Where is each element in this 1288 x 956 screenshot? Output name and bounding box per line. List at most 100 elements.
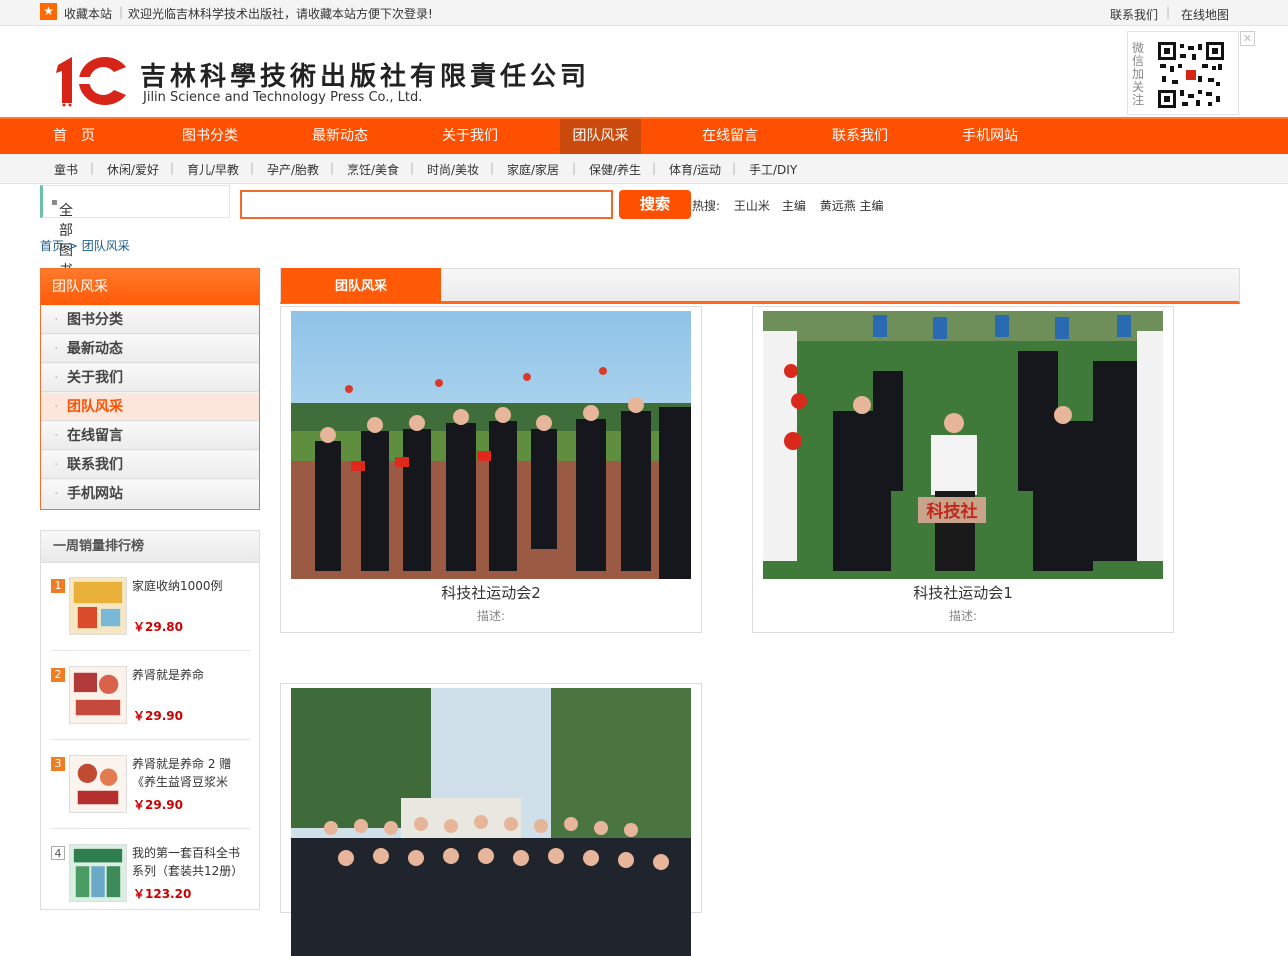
weekly-ranking: 一周销量排行榜 1 家庭收纳1000例 ￥29.80 2 养肾就是养命 ￥29.… (40, 530, 260, 910)
list-item[interactable]: 2 养肾就是养命 ￥29.90 (41, 658, 259, 747)
sidebar-item-about[interactable]: · 关于我们 (41, 364, 259, 392)
photo-description: 描述: (948, 609, 978, 623)
rank-badge: 1 (51, 579, 65, 593)
bullet-icon: · (54, 428, 59, 444)
breadcrumb: 首页 > 团队风采 (40, 237, 130, 254)
breadcrumb-home[interactable]: 首页 (40, 239, 64, 253)
divider: | (250, 161, 255, 175)
sidebar-item-contact[interactable]: · 联系我们 (41, 451, 259, 479)
sidebar-item-news[interactable]: · 最新动态 (41, 335, 259, 363)
book-price: ￥29.80 (133, 620, 183, 634)
photo-card[interactable]: 科技社运动会2 描述: (280, 306, 702, 633)
divider: | (1166, 5, 1171, 19)
top-bar: ★ 收藏本站 | 欢迎光临吉林科学技术出版社，请收藏本站方便下次登录! 联系我们… (0, 0, 1288, 26)
subnav-item[interactable]: 体育/运动 (669, 161, 721, 178)
book-cover[interactable] (69, 666, 127, 724)
bullet-icon: · (54, 370, 59, 386)
divider: | (330, 161, 335, 175)
book-price: ￥29.90 (133, 798, 183, 812)
list-item[interactable]: 4 我的第一套百科全书系列（套装共12册） ￥123.20 (41, 836, 259, 925)
book-price: ￥123.20 (133, 887, 192, 901)
category-subnav: 童书 | 休闲/爱好 | 育儿/早教 | 孕产/胎教 | 烹饪/美食 | 时尚/… (0, 154, 1288, 184)
subnav-item[interactable]: 育儿/早教 (187, 161, 239, 178)
hot-searches: 热搜: 王山米 主编 黄远燕 主编 (692, 197, 884, 214)
list-item[interactable]: 1 家庭收纳1000例 ￥29.80 (41, 569, 259, 658)
book-title[interactable]: 家庭收纳1000例 (132, 577, 250, 595)
book-title[interactable]: 我的第一套百科全书系列（套装共12册） (132, 844, 250, 880)
sitemap-link[interactable]: 在线地图 (1181, 6, 1229, 23)
subnav-item[interactable]: 手工/DIY (749, 161, 797, 178)
sidebar-item-categories[interactable]: · 图书分类 (41, 306, 259, 334)
contact-link[interactable]: 联系我们 (1110, 6, 1158, 23)
book-cover[interactable] (69, 577, 127, 635)
photo-card[interactable]: 科技社 科技社运动会1 描述: (752, 306, 1174, 633)
nav-contact[interactable]: 联系我们 (820, 119, 900, 154)
nav-mobile[interactable]: 手机网站 (950, 119, 1030, 154)
breadcrumb-sep: > (64, 239, 82, 253)
sidebar-item-mobile[interactable]: · 手机网站 (41, 480, 259, 508)
book-cover[interactable] (69, 844, 127, 902)
divider: | (90, 161, 95, 175)
divider: | (119, 5, 124, 19)
sidebar-menu: 团队风采 · 图书分类 · 最新动态 · 关于我们 · 团队风采 · 在线留言 · 联系我们… (40, 268, 260, 510)
nav-team[interactable]: 团队风采 (560, 119, 641, 154)
favorite-link[interactable]: 收藏本站 (64, 5, 112, 22)
divider: | (490, 161, 495, 175)
nav-about[interactable]: 关于我们 (430, 119, 510, 154)
bullet-icon: · (54, 399, 59, 415)
search-input[interactable] (240, 190, 613, 219)
bullet-icon: · (54, 341, 59, 357)
divider (51, 828, 251, 829)
nav-news[interactable]: 最新动态 (300, 119, 380, 154)
bullet-icon: · (54, 486, 59, 502)
sidebar-item-team[interactable]: · 团队风采 (41, 393, 259, 421)
rank-badge: 2 (51, 668, 65, 682)
divider: | (652, 161, 657, 175)
subnav-item[interactable]: 保健/养生 (589, 161, 641, 178)
divider (51, 650, 251, 651)
photo-caption[interactable]: 科技社运动会1 (753, 582, 1173, 603)
divider (51, 739, 251, 740)
hot-label: 热搜: (692, 199, 721, 213)
book-cover[interactable] (69, 755, 127, 813)
company-logo[interactable] (54, 53, 129, 108)
nav-home[interactable]: 首 页 (40, 119, 108, 154)
nav-guestbook[interactable]: 在线留言 (690, 119, 770, 154)
photo-group[interactable] (291, 688, 691, 956)
search-button[interactable]: 搜索 (619, 190, 691, 219)
photo-caption[interactable]: 科技社运动会2 (281, 582, 701, 603)
divider: | (732, 161, 737, 175)
divider: | (410, 161, 415, 175)
tab-team[interactable]: 团队风采 (281, 268, 441, 303)
nav-book-categories[interactable]: 图书分类 (170, 119, 250, 154)
hot-search-link[interactable]: 黄远燕 主编 (820, 199, 884, 213)
rank-badge: 3 (51, 757, 65, 771)
qr-code (1158, 42, 1224, 108)
photo-sports-meet-2[interactable] (291, 311, 691, 579)
breadcrumb-current[interactable]: 团队风采 (82, 239, 130, 253)
rank-badge: 4 (51, 846, 65, 860)
sidebar-item-guestbook[interactable]: · 在线留言 (41, 422, 259, 450)
main-nav: 首 页 图书分类 最新动态 关于我们 团队风采 在线留言 联系我们 手机网站 (0, 117, 1288, 154)
ranking-title: 一周销量排行榜 (41, 531, 259, 563)
welcome-text: 欢迎光临吉林科学技术出版社，请收藏本站方便下次登录! (128, 7, 433, 21)
close-icon[interactable]: ✕ (1240, 31, 1255, 46)
subnav-item[interactable]: 时尚/美妆 (427, 161, 479, 178)
book-title[interactable]: 养肾就是养命 (132, 666, 250, 684)
subnav-item[interactable]: 烹饪/美食 (347, 161, 399, 178)
book-title[interactable]: 养肾就是养命 2 赠《养生益肾豆浆米 (132, 755, 250, 791)
photo-description: 描述: (476, 609, 506, 623)
subnav-item[interactable]: 家庭/家居 (507, 161, 559, 178)
photo-sports-meet-1[interactable]: 科技社 (763, 311, 1163, 579)
subnav-item[interactable]: 孕产/胎教 (267, 161, 319, 178)
hot-search-link[interactable]: 王山米 主编 (734, 199, 806, 213)
list-item[interactable]: 3 养肾就是养命 2 赠《养生益肾豆浆米 ￥29.90 (41, 747, 259, 836)
company-name-cn: 吉林科學技術出版社有限責任公司 (140, 62, 591, 92)
all-books-dropdown[interactable]: ▪ 全部图书 (40, 185, 230, 279)
star-icon[interactable]: ★ (40, 3, 57, 20)
subnav-item[interactable]: 童书 (54, 161, 78, 178)
bullet-icon: · (54, 457, 59, 473)
all-books-label: ▪ 全部图书 (51, 197, 73, 279)
photo-card[interactable] (280, 683, 702, 956)
subnav-item[interactable]: 休闲/爱好 (107, 161, 159, 178)
